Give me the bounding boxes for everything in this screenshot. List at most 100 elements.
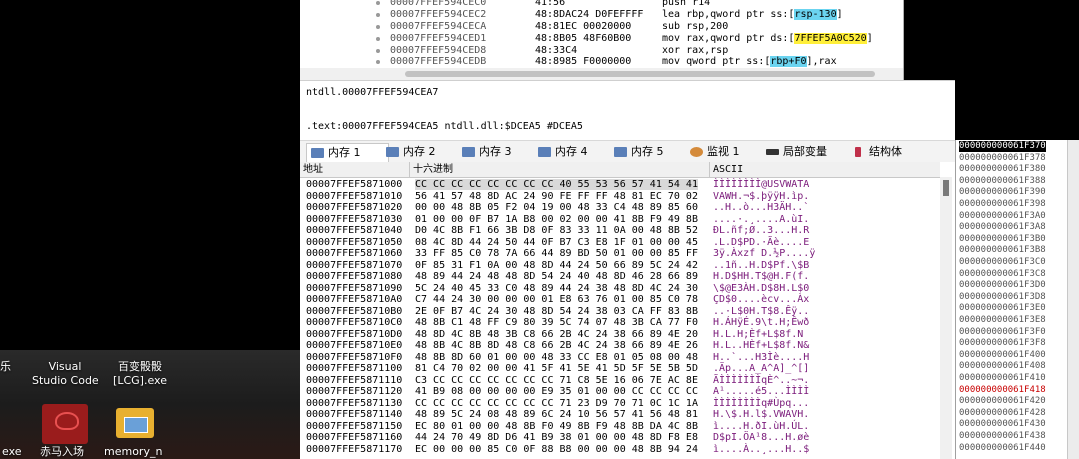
dump-ascii[interactable]: ..H..ò...H3ÄH..` <box>713 202 809 213</box>
desktop-icon-label-dice[interactable]: 百变骰骰 [LCG].exe <box>105 360 175 388</box>
dump-hex-bytes[interactable]: CC CC CC CC CC CC CC CC 71 23 D9 70 71 0… <box>415 398 698 409</box>
disasm-row[interactable]: 00007FFEF594CED8 48:33C4 xor rax,rsp <box>300 45 903 56</box>
dump-ascii[interactable]: ÃÌÌÌÌÌÌÌqÈ^..~¬. <box>713 375 809 386</box>
dump-hex-bytes[interactable]: 44 24 70 49 8D D6 41 B9 38 01 00 00 48 8… <box>415 432 698 443</box>
stack-row[interactable]: 000000000061F390 <box>959 187 1046 198</box>
dump-hex-bytes[interactable]: 56 41 57 48 8D AC 24 90 FE FF FF 48 81 E… <box>415 191 698 202</box>
dump-hex-bytes[interactable]: 41 B9 08 00 00 00 00 E9 35 01 00 00 CC C… <box>415 386 698 397</box>
disasm-row[interactable]: 00007FFEF594CED1 48:8B05 48F60B00 mov ra… <box>300 33 903 44</box>
stack-row[interactable]: 000000000061F410 <box>959 373 1046 384</box>
tab-memory-4[interactable]: 内存 4 <box>534 143 615 161</box>
disasm-row[interactable]: 00007FFEF594CEC2 48:8DAC24 D0FEFFFF lea … <box>300 9 903 20</box>
dump-row[interactable]: 00007FFEF58710E0 48 8B 4C 8B 8D 48 C8 66 … <box>300 340 940 351</box>
dump-row[interactable]: 00007FFEF5871110 C3 CC CC CC CC CC CC CC … <box>300 375 940 386</box>
dump-row[interactable]: 00007FFEF5871120 41 B9 08 00 00 00 00 E9 … <box>300 386 940 397</box>
stack-row[interactable]: 000000000061F440 <box>959 443 1046 454</box>
dump-row[interactable]: 00007FFEF5871140 48 89 5C 24 08 48 89 6C … <box>300 409 940 420</box>
stack-row[interactable]: 000000000061F388 <box>959 176 1046 187</box>
dump-ascii[interactable]: .Äp...A_A^A]_^[] <box>713 363 809 374</box>
dump-hex-bytes[interactable]: D0 4C 8B F1 66 3B D8 0F 83 33 11 0A 00 4… <box>415 225 698 236</box>
stack-row[interactable]: 000000000061F3D8 <box>959 292 1046 303</box>
dump-row[interactable]: 00007FFEF5871060 33 FF 85 C0 78 7A 66 44 … <box>300 248 940 259</box>
dump-ascii[interactable]: H.\$.H.l$.VWAVH. <box>713 409 809 420</box>
stack-row[interactable]: 000000000061F3B8 <box>959 245 1046 256</box>
stack-row[interactable]: 000000000061F3B0 <box>959 234 1046 245</box>
dump-hex-bytes[interactable]: EC 80 01 00 00 48 8B F0 49 8B F9 48 8B D… <box>415 421 698 432</box>
dump-hex-bytes[interactable]: 48 8B C1 48 FF C9 80 39 5C 74 07 48 3B C… <box>415 317 698 328</box>
dump-hex-bytes[interactable]: 0F 85 31 F1 0A 00 48 8D 44 24 50 66 89 5… <box>415 260 698 271</box>
dump-row[interactable]: 00007FFEF58710C0 48 8B C1 48 FF C9 80 39 … <box>300 317 940 328</box>
dump-row[interactable]: 00007FFEF5871150 EC 80 01 00 00 48 8B F0 … <box>300 421 940 432</box>
stack-row[interactable]: 000000000061F420 <box>959 396 1046 407</box>
dump-ascii[interactable]: ..1ñ..H.D$Pf.\$B <box>713 260 809 271</box>
disasm-scroll-thumb[interactable] <box>405 71 875 77</box>
dump-hex-bytes[interactable]: 00 00 48 8B 05 F2 04 19 00 48 33 C4 48 8… <box>415 202 698 213</box>
dump-ascii[interactable]: \$@E3ÀH.D$8H.L$0 <box>713 283 809 294</box>
stack-row[interactable]: 000000000061F3E0 <box>959 303 1046 314</box>
dump-ascii[interactable]: ..·L$0H.T$8.Êÿ.. <box>713 306 809 317</box>
dump-row[interactable]: 00007FFEF58710A0 C7 44 24 30 00 00 00 01 … <box>300 294 940 305</box>
dump-ascii[interactable]: 3ÿ.Àxzf D.½P....ÿ <box>713 248 815 259</box>
disasm-row[interactable]: 00007FFEF594CECA 48:81EC 00020000 sub rs… <box>300 21 903 32</box>
dump-hex-bytes[interactable]: 48 89 5C 24 08 48 89 6C 24 10 56 57 41 5… <box>415 409 698 420</box>
stack-row[interactable]: 000000000061F438 <box>959 431 1046 442</box>
tab-memory-3[interactable]: 内存 3 <box>458 143 539 161</box>
dump-ascii[interactable]: VAWH.¬$.þÿÿH.ìp. <box>713 191 809 202</box>
breakpoint-gutter[interactable] <box>374 0 384 68</box>
tab-struct[interactable]: 结构体 <box>848 143 935 161</box>
dump-hex-bytes[interactable]: C7 44 24 30 00 00 00 01 E8 63 76 01 00 8… <box>415 294 698 305</box>
header-hex[interactable]: 十六进制 <box>410 162 710 177</box>
dump-ascii[interactable]: ì....H.ðI.ùH.ÚL. <box>713 421 809 432</box>
desktop-icon-label-red-app[interactable]: 赤马入场 <box>40 445 84 459</box>
dump-row[interactable]: 00007FFEF58710F0 48 8B 8D 60 01 00 00 48 … <box>300 352 940 363</box>
dump-ascii[interactable]: ÐL.ñf;Ø..3...H.R <box>713 225 809 236</box>
dump-row[interactable]: 00007FFEF5871080 48 89 44 24 48 48 8D 54 … <box>300 271 940 282</box>
dump-row[interactable]: 00007FFEF5871030 01 00 00 0F B7 1A B8 00 … <box>300 214 940 225</box>
dump-hex-bytes[interactable]: EC 00 00 00 85 C0 0F 88 B8 00 00 00 48 8… <box>415 444 698 455</box>
dump-hex-bytes[interactable]: 01 00 00 0F B7 1A B8 00 02 00 00 41 8B F… <box>415 214 698 225</box>
stack-pane[interactable]: 000000000061F370 000000000061F378 00000000… <box>955 140 1079 459</box>
dump-ascii[interactable]: ÇD$0....ècv...Àx <box>713 294 809 305</box>
stack-row[interactable]: 000000000061F380 <box>959 164 1046 175</box>
dump-hex-bytes[interactable]: 48 8D 4C 8B 48 3B C8 66 2B 4C 24 38 66 8… <box>415 329 698 340</box>
stack-row[interactable]: 000000000061F408 <box>959 361 1046 372</box>
tab-memory-2[interactable]: 内存 2 <box>382 143 463 161</box>
tab-locals[interactable]: 局部变量 <box>762 143 855 161</box>
dump-hex-bytes[interactable]: 5C 24 40 45 33 C0 48 89 44 24 38 48 8D 4… <box>415 283 698 294</box>
dump-row[interactable]: 00007FFEF58710B0 2E 0F B7 4C 24 30 48 8D … <box>300 306 940 317</box>
tab-memory-1[interactable]: 内存 1 <box>306 143 389 162</box>
stack-row[interactable]: 000000000061F398 <box>959 199 1046 210</box>
dump-row[interactable]: 00007FFEF5871000 CC CC CC CC CC CC CC CC … <box>300 179 940 190</box>
desktop-icon-label-memory[interactable]: memory_n <box>104 445 162 459</box>
dump-row[interactable]: 00007FFEF5871050 08 4C 8D 44 24 50 44 0F … <box>300 237 940 248</box>
dump-hex-bytes[interactable]: 81 C4 70 02 00 00 41 5F 41 5E 41 5D 5F 5… <box>415 363 698 374</box>
stack-row[interactable]: 000000000061F3F8 <box>959 338 1046 349</box>
stack-row[interactable]: 000000000061F418 <box>959 385 1046 396</box>
dump-ascii[interactable]: .L.D$PD.·Ãè....E <box>713 237 809 248</box>
stack-row[interactable]: 000000000061F430 <box>959 419 1046 430</box>
dump-hex-bytes[interactable]: 33 FF 85 C0 78 7A 66 44 89 BD 50 01 00 0… <box>415 248 698 259</box>
stack-row[interactable]: 000000000061F3E8 <box>959 315 1046 326</box>
stack-row[interactable]: 000000000061F428 <box>959 408 1046 419</box>
dump-hex-bytes[interactable]: C3 CC CC CC CC CC CC CC 71 C8 5E 16 06 7… <box>415 375 698 386</box>
dump-scroll-thumb[interactable] <box>943 180 949 196</box>
dump-hex-bytes[interactable]: 48 8B 8D 60 01 00 00 48 33 CC E8 01 05 0… <box>415 352 698 363</box>
dump-ascii[interactable]: ÌÌÌÌÌÌÌÌq#Ùpq... <box>713 398 809 409</box>
memory-dump-pane[interactable]: 地址 十六进制 ASCII 00007FFEF5871000 CC CC CC C… <box>300 162 955 459</box>
dump-ascii[interactable]: H..`...H3Ìè....H <box>713 352 809 363</box>
dump-row[interactable]: 00007FFEF5871100 81 C4 70 02 00 00 41 5F … <box>300 363 940 374</box>
desktop-icon-label-vscode[interactable]: Visual Studio Code <box>32 360 99 388</box>
stack-row[interactable]: 000000000061F3C0 <box>959 257 1046 268</box>
stack-row[interactable]: 000000000061F3A8 <box>959 222 1046 233</box>
dump-row[interactable]: 00007FFEF5871040 D0 4C 8B F1 66 3B D8 0F … <box>300 225 940 236</box>
stack-row[interactable]: 000000000061F3A0 <box>959 211 1046 222</box>
dump-row[interactable]: 00007FFEF58710D0 48 8D 4C 8B 48 3B C8 66 … <box>300 329 940 340</box>
stack-row[interactable]: 000000000061F378 <box>959 153 1046 164</box>
dump-ascii[interactable]: ì....À..¸...H..$ <box>713 444 809 455</box>
dump-ascii[interactable]: H.L..HÈf+L$8f.N& <box>713 340 809 351</box>
folder-icon[interactable] <box>116 408 154 438</box>
dump-row[interactable]: 00007FFEF5871130 CC CC CC CC CC CC CC CC … <box>300 398 940 409</box>
dump-ascii[interactable]: D$pI.ÖA¹8...H.øè <box>713 432 809 443</box>
disasm-row[interactable]: 00007FFEF594CEDB 48:8985 F0000000 mov qw… <box>300 56 903 67</box>
dump-row[interactable]: 00007FFEF5871070 0F 85 31 F1 0A 00 48 8D … <box>300 260 940 271</box>
